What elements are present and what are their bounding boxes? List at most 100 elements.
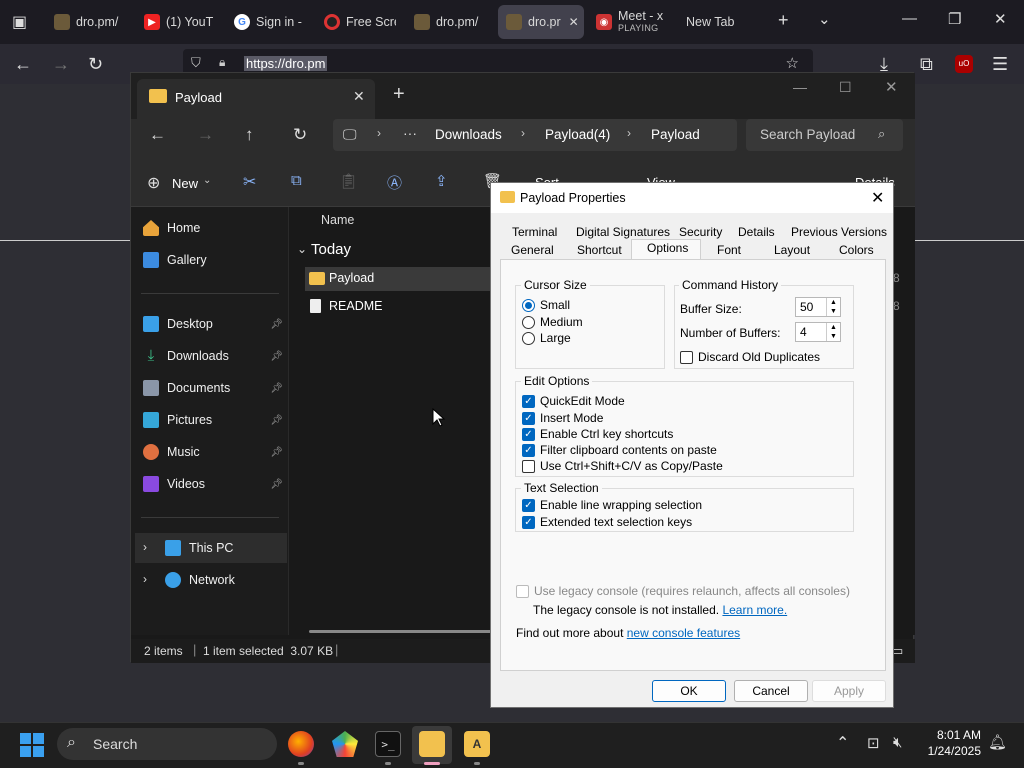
checkbox-checked[interactable]: ✓ [522, 411, 535, 425]
clock-date[interactable]: 1/24/2025 [917, 744, 981, 758]
sidebar-item-pictures[interactable]: Pictures 📌︎ [143, 407, 287, 433]
paste-icon[interactable]: 📋︎ [339, 172, 358, 190]
learn-more-link[interactable]: Learn more. [722, 603, 787, 617]
network-monitor-icon[interactable]: ⊡ [867, 734, 880, 752]
radio-large[interactable]: Large [522, 331, 571, 345]
refresh-icon[interactable]: ↻ [293, 125, 307, 145]
new-tab-icon[interactable]: + [778, 10, 789, 31]
list-item[interactable]: README [305, 295, 495, 319]
search-input[interactable]: Search Payload ⌕ [746, 119, 903, 151]
radio-button[interactable] [522, 315, 535, 329]
extended-keys-checkbox[interactable]: ✓ Extended text selection keys [522, 515, 692, 529]
horizontal-scrollbar[interactable] [309, 630, 509, 633]
radio-medium[interactable]: Medium [522, 315, 583, 329]
sidebar-item-music[interactable]: Music 📌︎ [143, 439, 287, 465]
num-buffers-stepper[interactable]: 4 ▲ ▼ [795, 322, 841, 342]
pin-icon[interactable]: 📌︎ [270, 447, 283, 458]
discard-duplicates-checkbox[interactable]: Discard Old Duplicates [680, 350, 820, 364]
tab-previous-versions[interactable]: Previous Versions [791, 225, 887, 239]
sidebar-item-network[interactable]: Network [165, 567, 285, 593]
tab-terminal[interactable]: Terminal [512, 225, 557, 239]
browser-tab[interactable]: G Sign in - [234, 5, 304, 39]
new-button[interactable]: New [172, 176, 198, 191]
group-header-today[interactable]: Today [311, 241, 351, 258]
terminal-icon[interactable]: >_ [375, 731, 401, 757]
legacy-console-checkbox[interactable]: Use legacy console (requires relaunch, a… [516, 584, 850, 598]
sidebar-item-this-pc[interactable]: This PC [165, 535, 285, 561]
restore-icon[interactable]: ❐ [948, 10, 961, 28]
tab-overview-icon[interactable]: ▣ [12, 12, 27, 32]
ctrl-shift-cv-checkbox[interactable]: Use Ctrl+Shift+C/V as Copy/Paste [522, 459, 723, 473]
list-item-selected[interactable]: Payload [305, 267, 495, 291]
share-icon[interactable]: ⇪ [435, 172, 448, 190]
forward-arrow-icon[interactable]: → [197, 125, 214, 145]
taskbar-search[interactable]: ⌕ Search [57, 728, 277, 760]
breadcrumb[interactable]: 🖵︎ › ··· Downloads › Payload(4) › Payloa… [333, 119, 737, 151]
file-explorer-window-icon[interactable]: A [464, 731, 490, 757]
ctrl-shortcuts-checkbox[interactable]: ✓ Enable Ctrl key shortcuts [522, 427, 673, 441]
ok-button[interactable]: OK [652, 680, 726, 702]
chevron-down-icon[interactable]: ⌄ [818, 10, 831, 28]
apply-button[interactable]: Apply [812, 680, 886, 702]
bookmark-star-icon[interactable]: ☆ [786, 54, 799, 72]
maximize-icon[interactable]: ☐ [839, 79, 852, 96]
close-tab-icon[interactable]: ✕ [353, 88, 365, 105]
browser-tab[interactable]: dro.pm/ [54, 5, 126, 39]
copy-icon[interactable]: ⧉ [291, 172, 302, 189]
up-arrow-icon[interactable]: ↑ [245, 125, 254, 145]
new-tab-icon[interactable]: + [393, 83, 405, 106]
sidebar-item-desktop[interactable]: Desktop 📌︎ [143, 311, 287, 337]
pin-icon[interactable]: 📌︎ [270, 383, 283, 394]
chevron-down-icon[interactable]: ⌄ [203, 175, 211, 186]
checkbox-checked[interactable]: ✓ [522, 498, 535, 512]
firefox-icon[interactable] [288, 731, 314, 757]
tab-font[interactable]: Font [717, 243, 741, 257]
tab-digital-signatures[interactable]: Digital Signatures [576, 225, 670, 239]
tab-general[interactable]: General [511, 243, 554, 257]
filter-clipboard-checkbox[interactable]: ✓ Filter clipboard contents on paste [522, 443, 717, 457]
stepper-arrows-icon[interactable]: ▲ ▼ [826, 323, 840, 341]
line-wrapping-checkbox[interactable]: ✓ Enable line wrapping selection [522, 498, 702, 512]
breadcrumb-payload[interactable]: Payload [651, 127, 700, 142]
tab-shortcut[interactable]: Shortcut [577, 243, 622, 257]
browser-tab[interactable]: Free Scre [324, 5, 396, 39]
ellipsis-icon[interactable]: ··· [403, 125, 417, 141]
radio-button[interactable] [522, 331, 535, 345]
browser-tab[interactable]: dro.pm/ [414, 5, 486, 39]
tab-details[interactable]: Details [738, 225, 775, 239]
stepper-arrows-icon[interactable]: ▲ ▼ [826, 298, 840, 316]
buffer-size-stepper[interactable]: 50 ▲ ▼ [795, 297, 841, 317]
breadcrumb-payload4[interactable]: Payload(4) [545, 127, 610, 142]
sidebar-item-documents[interactable]: Documents 📌︎ [143, 375, 287, 401]
back-arrow-icon[interactable]: ← [14, 54, 32, 75]
notification-bell-icon[interactable]: 🔔︎ [988, 733, 1007, 751]
file-explorer-icon[interactable] [419, 731, 445, 757]
browser-tab[interactable]: ▶ (1) YouT [144, 5, 218, 39]
tab-layout[interactable]: Layout [774, 243, 810, 257]
sidebar-item-home[interactable]: Home [143, 215, 287, 241]
checkbox-checked[interactable]: ✓ [522, 427, 535, 441]
quickedit-checkbox[interactable]: ✓ QuickEdit Mode [522, 394, 625, 408]
pin-icon[interactable]: 📌︎ [270, 415, 283, 426]
sidebar-item-downloads[interactable]: ⤓ Downloads 📌︎ [143, 343, 287, 369]
cancel-button[interactable]: Cancel [734, 680, 808, 702]
tab-options[interactable]: Options [647, 241, 688, 255]
tab-security[interactable]: Security [679, 225, 722, 239]
column-header-name[interactable]: Name [321, 213, 354, 227]
clock-time[interactable]: 8:01 AM [925, 728, 981, 742]
insert-mode-checkbox[interactable]: ✓ Insert Mode [522, 411, 603, 425]
tab-colors[interactable]: Colors [839, 243, 874, 257]
close-window-icon[interactable]: ✕ [885, 78, 898, 96]
close-dialog-icon[interactable]: ✕ [871, 188, 884, 208]
shield-icon[interactable]: ⛉ [191, 55, 201, 71]
minimize-icon[interactable]: — [793, 79, 807, 95]
close-window-icon[interactable]: ✕ [994, 10, 1007, 28]
close-tab-icon[interactable]: ✕ [569, 15, 579, 29]
ublock-icon[interactable]: uO [955, 55, 973, 73]
sidebar-item-videos[interactable]: Videos 📌︎ [143, 471, 287, 497]
forward-arrow-icon[interactable]: → [52, 54, 70, 75]
checkbox-checked[interactable]: ✓ [522, 443, 535, 457]
checkbox-checked[interactable]: ✓ [522, 394, 535, 408]
chevron-right-icon[interactable]: › [143, 540, 147, 554]
menu-icon[interactable]: ☰ [992, 54, 1008, 75]
